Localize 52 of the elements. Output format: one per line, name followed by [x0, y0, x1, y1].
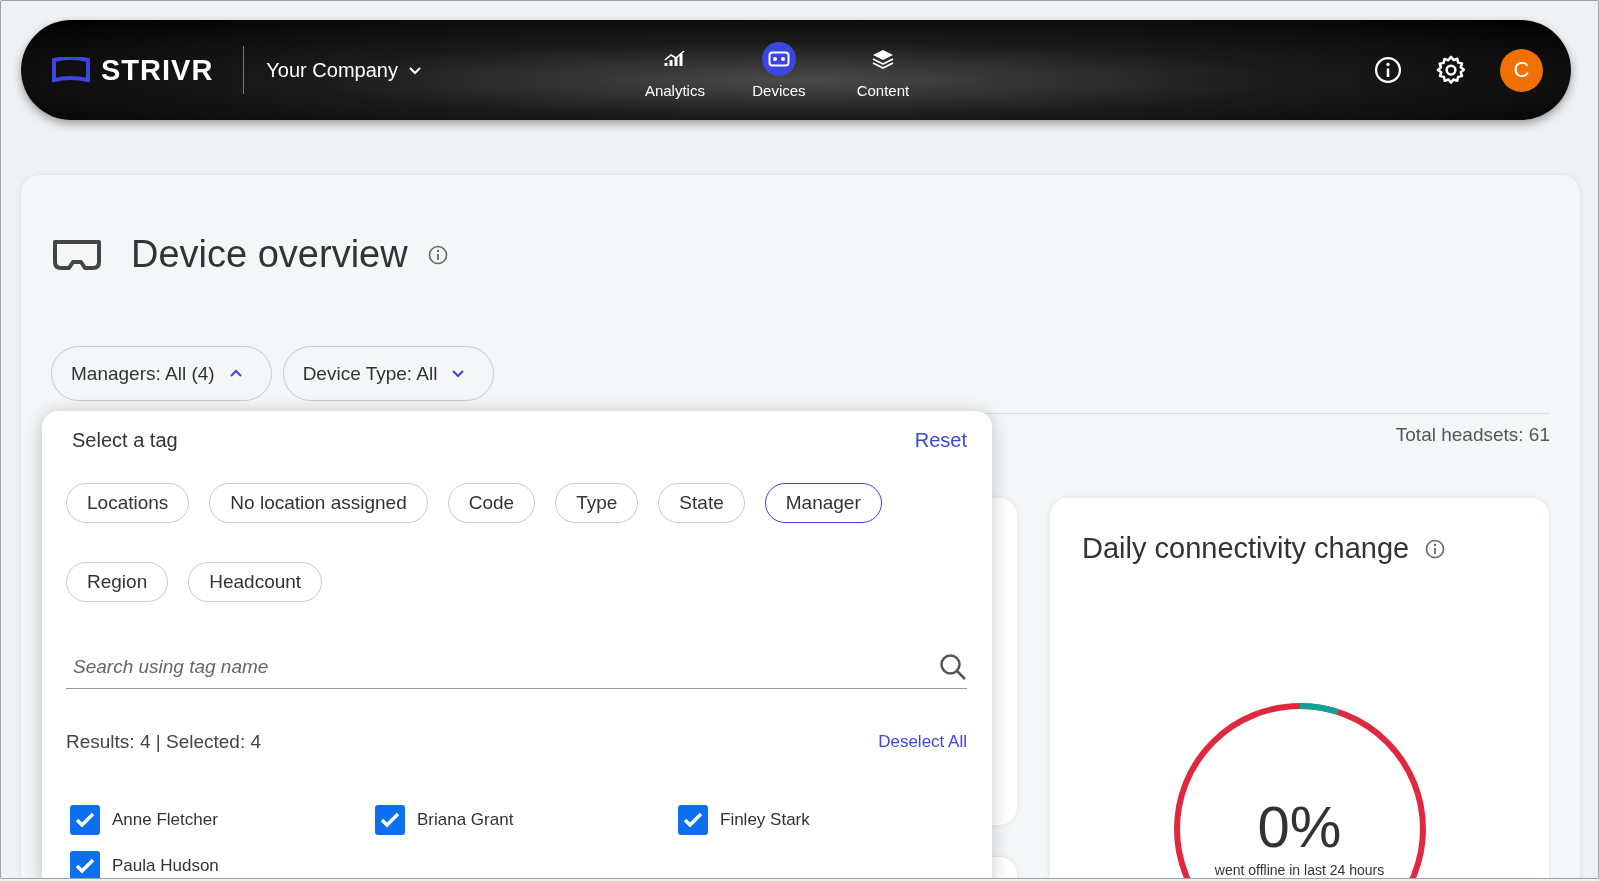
check-icon: [75, 858, 95, 874]
gauge-caption: went offline in last 24 hours: [1214, 862, 1385, 878]
info-icon[interactable]: [427, 244, 448, 265]
info-icon[interactable]: [1425, 538, 1446, 559]
checkbox[interactable]: [70, 851, 100, 878]
filter-dropdown[interactable]: Device Type: All: [282, 346, 495, 401]
tag-chip[interactable]: Region: [66, 562, 169, 602]
settings-button[interactable]: [1436, 55, 1466, 85]
search-icon: [939, 653, 967, 681]
results-count: Results: 4 | Selected: 4: [66, 731, 262, 753]
page-title: Device overview: [131, 233, 408, 276]
settings-icon: [1436, 55, 1466, 85]
manager-name: Finley Stark: [720, 810, 810, 830]
bar-chart-icon: [663, 49, 686, 68]
tag-chip[interactable]: Manager: [764, 483, 882, 523]
info-icon: [1374, 56, 1402, 84]
checkbox[interactable]: [678, 805, 708, 835]
company-selector[interactable]: Your Company: [266, 58, 422, 82]
check-icon: [75, 812, 95, 828]
layers-icon: [871, 48, 894, 69]
tag-chip[interactable]: Type: [555, 483, 639, 523]
checkbox[interactable]: [70, 805, 100, 835]
filter-dropdown[interactable]: Managers: All (4): [51, 346, 272, 401]
deselect-all-link[interactable]: Deselect All: [878, 732, 967, 752]
logo-icon: [51, 57, 91, 83]
tag-chip[interactable]: Headcount: [188, 562, 323, 602]
manager-name: Anne Fletcher: [112, 810, 218, 830]
card-title: Daily connectivity change: [1082, 532, 1410, 565]
nav-item[interactable]: Devices: [743, 41, 814, 99]
manager-name: Briana Grant: [417, 810, 514, 830]
chevron-down-icon: [451, 369, 466, 378]
tag-chip[interactable]: Locations: [66, 483, 190, 523]
total-headsets: Total headsets: 61: [1395, 424, 1550, 446]
reset-link[interactable]: Reset: [914, 429, 967, 452]
nav-item[interactable]: Analytics: [639, 41, 710, 99]
chevron-up-icon: [228, 369, 243, 378]
check-icon: [683, 812, 703, 828]
info-button[interactable]: [1374, 56, 1402, 84]
gauge-value: 0%: [1257, 793, 1342, 860]
popup-title: Select a tag: [72, 429, 178, 452]
manager-name: Paula Hudson: [112, 856, 219, 876]
headset-icon: [51, 237, 103, 272]
nav-item[interactable]: Content: [847, 41, 918, 99]
search-field[interactable]: Search using tag name: [71, 655, 939, 679]
tag-chip[interactable]: State: [658, 483, 745, 523]
chevron-down-icon: [407, 65, 422, 75]
logo-text: STRIVR: [101, 53, 214, 87]
tag-chip[interactable]: No location assigned: [209, 483, 428, 523]
headset-icon: [767, 50, 790, 67]
tag-chip[interactable]: Code: [447, 483, 536, 523]
check-icon: [380, 812, 400, 828]
checkbox[interactable]: [375, 805, 405, 835]
